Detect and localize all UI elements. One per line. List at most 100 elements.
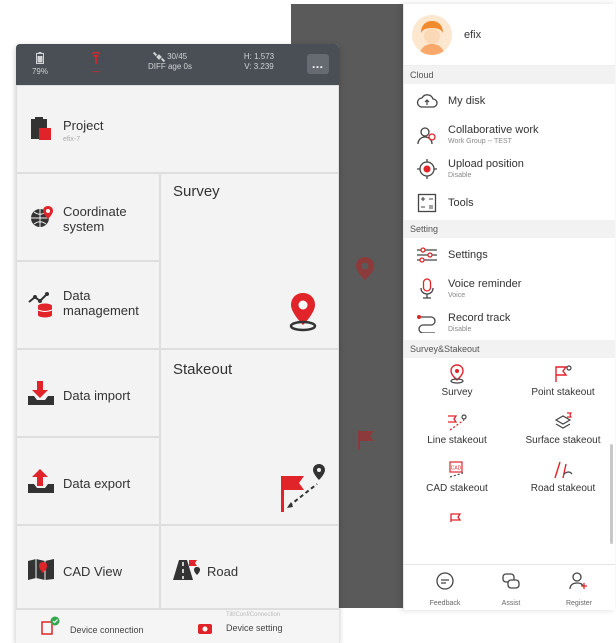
data-management-tile[interactable]: Data management — [16, 261, 160, 349]
svg-text:CAD: CAD — [451, 466, 462, 472]
point-stakeout-icon — [555, 365, 572, 382]
survey-shortcut-label: Survey — [441, 387, 473, 398]
drawer-item-my-disk[interactable]: My disk — [404, 84, 615, 118]
point-stakeout-shortcut[interactable]: Point stakeout — [510, 364, 616, 404]
people-icon — [416, 124, 438, 146]
coordinate-system-label: Coordinate system — [63, 204, 127, 234]
line-stakeout-label: Line stakeout — [427, 435, 487, 446]
stakeout-flag-icon — [281, 464, 325, 512]
device-setting-hint: Tilt/Conf/Connection — [226, 612, 281, 618]
surface-stakeout-shortcut[interactable]: Surface stakeout — [510, 412, 616, 452]
data-export-label: Data export — [63, 476, 131, 491]
partial-flag-icon — [450, 513, 462, 522]
device-setting-label: Device setting — [226, 623, 283, 633]
survey-pin-icon — [450, 364, 464, 384]
location-pin-icon — [356, 257, 374, 280]
data-management-label: Data management — [63, 288, 139, 318]
road-stakeout-icon — [554, 461, 573, 479]
data-import-label: Data import — [63, 388, 131, 403]
device-connection-icon — [41, 616, 60, 635]
survey-location-pin-icon — [289, 293, 317, 332]
drawer-item-label: Collaborative work — [448, 124, 539, 136]
screenshot-stage: 79% — 30/45 DIFF age 0s H: 1.573 V: 3.23… — [0, 0, 616, 643]
survey-stakeout-grid: Survey Point stakeout Line stakeout Surf… — [404, 358, 615, 556]
radio-signal-icon — [91, 51, 101, 64]
device-setting-button[interactable]: Tilt/Conf/Connection Device setting — [196, 612, 336, 636]
drawer-item-settings[interactable]: Settings — [404, 238, 615, 272]
v-precision: V: 3.239 — [244, 62, 274, 71]
drawer-item-label: Tools — [448, 196, 474, 209]
device-connection-button[interactable]: Device connection — [40, 616, 144, 636]
drawer-bottom-bar: Feedback Assist Register — [404, 564, 615, 610]
data-export-tile[interactable]: Data export — [16, 437, 160, 525]
signal-value: — — [92, 67, 100, 76]
upload-icon — [28, 469, 54, 493]
assist-button[interactable]: Assist — [476, 571, 546, 607]
assist-chat-icon — [502, 573, 520, 589]
drawer-item-label: Record track — [448, 312, 511, 324]
satellite-count: 30/45 — [167, 52, 188, 62]
feedback-button[interactable]: Feedback — [410, 571, 480, 607]
cloud-upload-icon — [416, 90, 438, 112]
drawer-item-tools[interactable]: Tools — [404, 186, 615, 220]
line-stakeout-shortcut[interactable]: Line stakeout — [404, 412, 510, 452]
more-button[interactable]: … — [307, 54, 329, 74]
cad-view-label: CAD View — [63, 564, 123, 579]
signal-status[interactable]: — — [84, 51, 108, 77]
drawer-item-label: Settings — [448, 248, 488, 261]
surface-stakeout-icon — [554, 412, 572, 429]
more-stakeout-shortcut[interactable] — [404, 508, 510, 522]
project-label: Project — [63, 118, 104, 133]
survey-label: Survey — [173, 183, 220, 200]
add-user-icon — [569, 572, 587, 590]
road-stakeout-shortcut[interactable]: Road stakeout — [510, 460, 616, 500]
register-label: Register — [565, 600, 593, 607]
user-profile[interactable]: efix — [404, 4, 615, 66]
cad-view-tile[interactable]: CAD View — [16, 525, 160, 609]
gnss-status[interactable]: 30/45 DIFF age 0s — [140, 51, 200, 72]
surface-stakeout-label: Surface stakeout — [525, 435, 601, 446]
main-app-screen: 79% — 30/45 DIFF age 0s H: 1.573 V: 3.23… — [16, 44, 339, 643]
device-connection-label: Device connection — [70, 625, 144, 635]
drawer-item-voice-reminder[interactable]: Voice reminder Voice — [404, 272, 615, 306]
section-survey-stakeout: Survey&Stakeout — [404, 340, 615, 358]
road-tile[interactable]: Road — [160, 525, 339, 609]
flag-icon — [358, 430, 374, 450]
line-stakeout-icon — [448, 414, 467, 431]
data-management-icon — [28, 292, 53, 318]
satellite-icon — [152, 51, 165, 63]
drawer-item-collaborative-work[interactable]: Collaborative work Work Group -- TEST — [404, 118, 615, 152]
drawer-item-sublabel: Voice — [448, 292, 466, 299]
globe-pin-icon — [31, 206, 53, 227]
status-bar: 79% — 30/45 DIFF age 0s H: 1.573 V: 3.23… — [16, 44, 339, 85]
tools-calculator-icon — [416, 192, 438, 214]
device-setting-icon — [198, 624, 212, 634]
point-stakeout-label: Point stakeout — [531, 387, 595, 398]
cad-stakeout-label: CAD stakeout — [426, 483, 488, 494]
assist-label: Assist — [501, 600, 521, 607]
drawer-scrollbar[interactable] — [610, 444, 613, 544]
battery-status[interactable]: 79% — [28, 52, 52, 77]
coordinate-system-tile[interactable]: Coordinate system — [16, 173, 160, 261]
project-clipboard-icon — [31, 117, 51, 140]
drawer-item-label: My disk — [448, 94, 486, 107]
road-label: Road — [207, 564, 239, 579]
register-button[interactable]: Register — [544, 571, 614, 607]
data-import-tile[interactable]: Data import — [16, 349, 160, 437]
drawer-item-record-track[interactable]: Record track Disable — [404, 306, 615, 340]
precision-status[interactable]: H: 1.573 V: 3.239 — [234, 52, 284, 72]
project-name: efix-7 — [63, 136, 81, 143]
project-tile[interactable]: Project efix-7 — [16, 85, 339, 173]
cad-stakeout-shortcut[interactable]: CAD CAD stakeout — [404, 460, 510, 500]
h-precision: H: 1.573 — [243, 52, 275, 61]
drawer-item-upload-position[interactable]: Upload position Disable — [404, 152, 615, 186]
user-avatar-icon — [412, 14, 452, 55]
stakeout-tile[interactable]: Stakeout — [160, 349, 339, 525]
feedback-chat-icon — [436, 572, 454, 590]
target-position-icon — [416, 158, 438, 180]
diff-age: DIFF age 0s — [147, 62, 192, 72]
survey-shortcut[interactable]: Survey — [404, 364, 510, 404]
survey-tile[interactable]: Survey — [160, 173, 339, 349]
avatar — [412, 14, 452, 55]
cad-stakeout-icon: CAD — [449, 461, 464, 478]
